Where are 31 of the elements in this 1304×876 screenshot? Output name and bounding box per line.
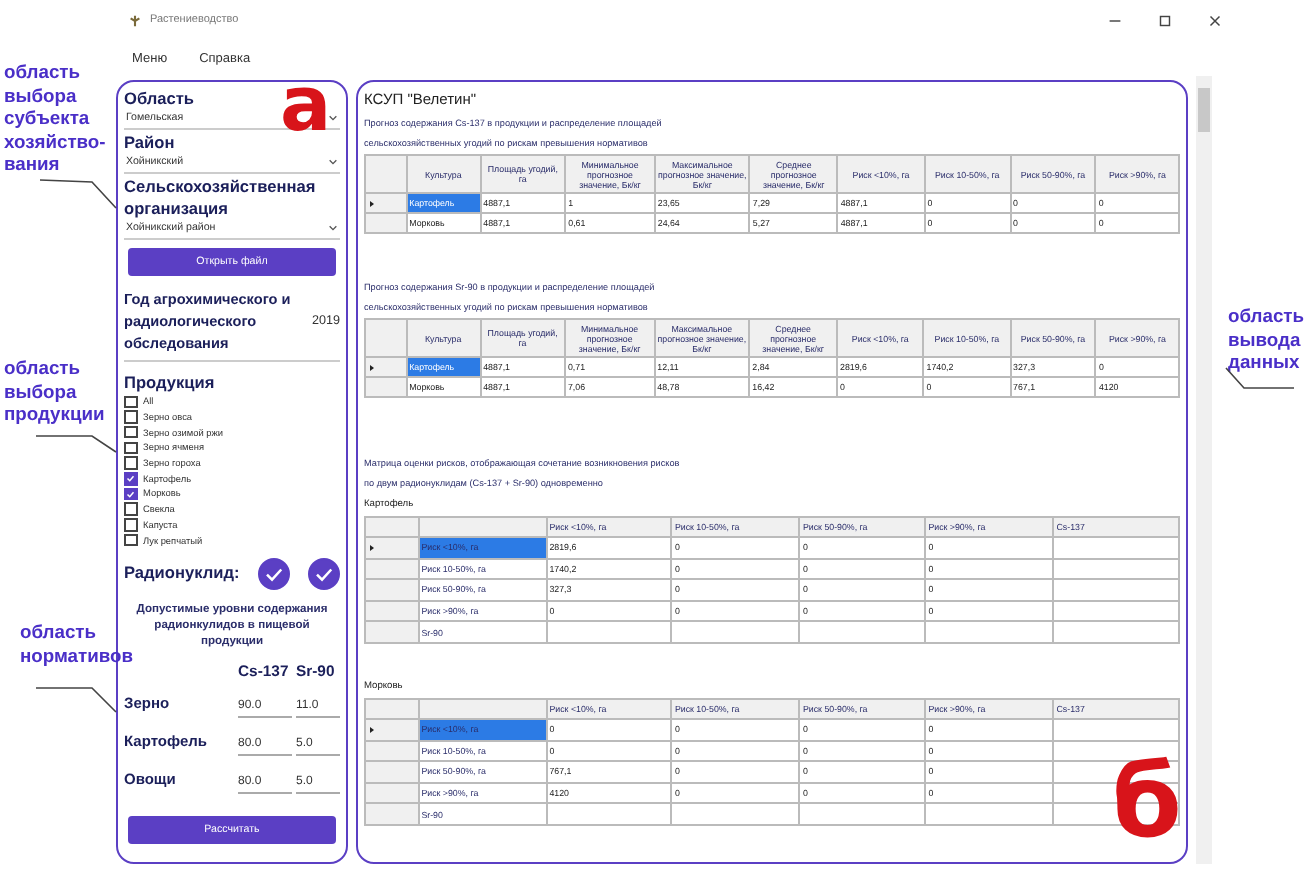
- panel-marker: б: [1112, 744, 1182, 860]
- checkbox[interactable]: [124, 456, 137, 470]
- checkbox[interactable]: [124, 518, 137, 532]
- checkbox[interactable]: [124, 533, 137, 547]
- checkbox[interactable]: [124, 425, 137, 439]
- leader-line: [35, 687, 117, 713]
- checkbox[interactable]: [124, 502, 137, 516]
- checkbox[interactable]: [124, 410, 137, 424]
- leader-line: [39, 179, 117, 209]
- annotation-label: область выбора продукции: [4, 356, 107, 425]
- checkbox[interactable]: [124, 395, 137, 409]
- section-title: Продукция: [124, 372, 217, 394]
- close-icon[interactable]: [1206, 11, 1224, 29]
- app-icon: [128, 13, 142, 27]
- caret-icon: [328, 158, 338, 166]
- check-toggle[interactable]: [307, 557, 340, 590]
- field-label: Сельскохозяйственная организация: [124, 176, 318, 220]
- field-label: Район: [124, 132, 177, 154]
- annotation-label: область вывода данных: [1228, 304, 1304, 373]
- check-toggle[interactable]: [257, 557, 290, 590]
- caret-icon: [328, 224, 338, 232]
- caret-icon: [328, 114, 338, 122]
- checkbox[interactable]: [124, 441, 137, 455]
- checkbox[interactable]: [124, 487, 137, 501]
- scrollbar[interactable]: [1196, 76, 1212, 864]
- leader-line: [35, 435, 117, 453]
- radionuclide-label: Радионуклид:: [124, 562, 240, 585]
- checkbox[interactable]: [124, 472, 137, 486]
- maximize-icon[interactable]: [1156, 11, 1174, 29]
- scrollbar-thumb[interactable]: [1198, 88, 1210, 132]
- annotation-label: область выбора субъекта хозяйство-вания: [4, 60, 108, 175]
